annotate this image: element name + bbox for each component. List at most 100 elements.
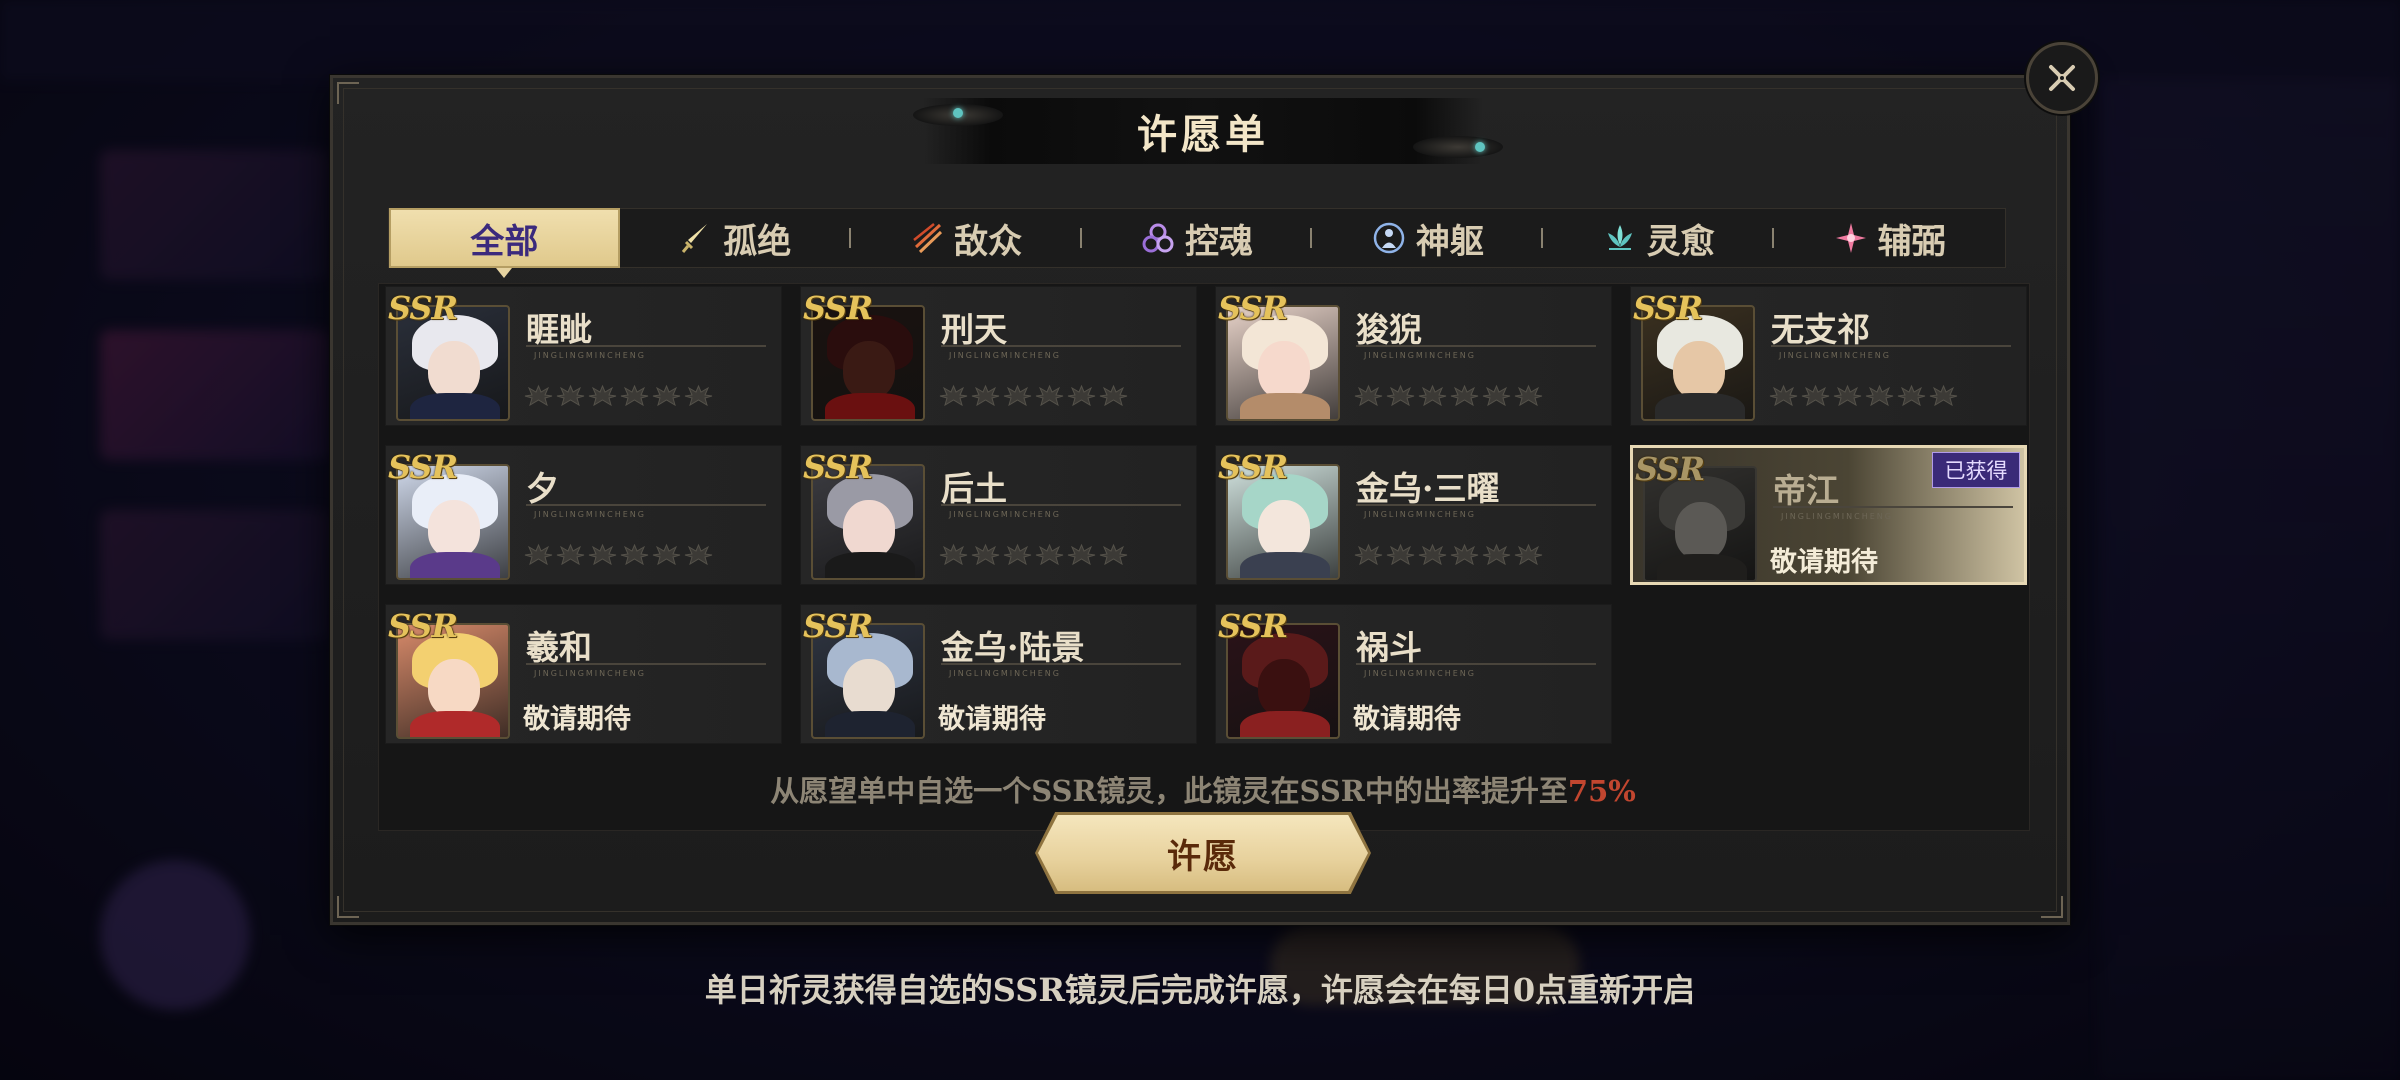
soul-orb-icon [1141,221,1175,255]
butterfly-star-icon [1035,542,1064,566]
rate-up-notice: 从愿望单中自选一个SSR镜灵，此镜灵在SSR中的出率提升至75% [333,768,2073,810]
name-underline [1356,345,1596,347]
butterfly-star-icon [1450,383,1479,407]
character-pinyin: JINGLINGMINCHENG [949,510,1061,519]
character-card[interactable]: SSR 狻猊 JINGLINGMINCHENG [1215,286,1612,426]
character-card[interactable]: SSR 后土 JINGLINGMINCHENG [800,445,1197,585]
butterfly-star-icon [1769,383,1798,407]
butterfly-star-icon [1386,383,1415,407]
rarity-label: SSR [1218,607,1288,645]
notice-text: 从愿望单中自选一个SSR镜灵，此镜灵在SSR中的出率提升至 [770,774,1568,808]
butterfly-star-icon [1354,383,1383,407]
tab-2[interactable]: 敌众 [851,208,1082,268]
character-pinyin: JINGLINGMINCHENG [534,351,646,360]
butterfly-star-icon [524,542,553,566]
shield-guardian-icon [1372,221,1406,255]
rarity-label: SSR [803,448,873,486]
wish-button[interactable]: 许愿 [1035,812,1371,894]
butterfly-star-icon [1801,383,1830,407]
ink-ornament [1413,136,1503,158]
tab-label: 神躯 [1415,221,1484,262]
butterfly-star-icon [652,542,681,566]
butterfly-star-icon [1067,542,1096,566]
character-pinyin: JINGLINGMINCHENG [534,669,646,678]
character-name: 金乌·三曜 [1356,469,1500,508]
wish-button-label: 许愿 [1167,836,1239,877]
tab-5[interactable]: 灵愈 [1543,208,1775,268]
butterfly-star-icon [1354,542,1383,566]
butterfly-star-icon [620,542,649,566]
character-pinyin: JINGLINGMINCHENG [949,669,1061,678]
tab-label: 敌众 [954,221,1023,262]
character-name: 金乌·陆景 [941,628,1085,667]
footer-note: 单日祈灵获得自选的SSR镜灵后完成许愿，许愿会在每日0点重新开启 [704,971,1696,1009]
tab-0[interactable]: 全部 [389,208,620,278]
character-name: 夕 [526,469,559,508]
character-status: 敬请期待 [523,704,631,735]
butterfly-star-icon [971,383,1000,407]
butterfly-star-icon [1067,383,1096,407]
butterfly-star-icon [1865,383,1894,407]
character-name: 帝江 [1773,471,1839,510]
butterfly-star-icon [939,542,968,566]
category-tabs: 全部 孤绝 敌众 控魂 神躯 灵愈 辅弼 [388,208,2006,278]
wishlist-modal: 许愿单 全部 孤绝 敌众 控魂 神躯 灵愈 辅弼 SSR 睚眦 JINGLINGMINCHENG… [330,75,2070,925]
character-pinyin: JINGLINGMINCHENG [1779,351,1891,360]
star-rating [524,542,713,566]
rarity-label: SSR [388,289,458,327]
character-card[interactable]: SSR 金乌·三曜 JINGLINGMINCHENG [1215,445,1612,585]
character-card[interactable]: SSR 夕 JINGLINGMINCHENG [385,445,782,585]
butterfly-star-icon [1003,542,1032,566]
character-card[interactable]: SSR 祸斗 JINGLINGMINCHENG 敬请期待 [1215,604,1612,744]
rarity-label: SSR [1635,450,1705,488]
butterfly-star-icon [971,542,1000,566]
butterfly-star-icon [652,383,681,407]
butterfly-star-icon [1386,542,1415,566]
butterfly-star-icon [1418,542,1447,566]
butterfly-star-icon [1099,542,1128,566]
butterfly-star-icon [1514,383,1543,407]
character-card[interactable]: SSR 金乌·陆景 JINGLINGMINCHENG 敬请期待 [800,604,1197,744]
butterfly-star-icon [1099,383,1128,407]
close-button[interactable] [2026,42,2098,114]
star-flower-icon [1834,221,1868,255]
butterfly-star-icon [684,383,713,407]
character-card[interactable]: SSR 刑天 JINGLINGMINCHENG [800,286,1197,426]
close-icon [2049,65,2075,91]
name-underline [941,504,1181,506]
star-rating [1354,383,1543,407]
character-name: 睚眦 [526,310,592,349]
butterfly-star-icon [1003,383,1032,407]
butterfly-star-icon [588,542,617,566]
star-rating [939,383,1128,407]
butterfly-star-icon [524,383,553,407]
character-card[interactable]: SSR 无支祁 JINGLINGMINCHENG [1630,286,2027,426]
tab-6[interactable]: 辅弼 [1774,208,2005,268]
name-underline [941,345,1181,347]
butterfly-star-icon [1482,383,1511,407]
name-underline [526,345,766,347]
rarity-label: SSR [1633,289,1703,327]
character-status: 敬请期待 [1353,704,1461,735]
butterfly-star-icon [588,383,617,407]
tab-3[interactable]: 控魂 [1082,208,1313,268]
butterfly-star-icon [620,383,649,407]
character-pinyin: JINGLINGMINCHENG [1364,351,1476,360]
character-status: 敬请期待 [1770,547,1878,578]
rarity-label: SSR [388,607,458,645]
tab-1[interactable]: 孤绝 [620,208,851,268]
character-grid: SSR 睚眦 JINGLINGMINCHENG SSR 刑天 JINGLINGMINCHE… [378,283,2030,831]
obtained-badge: 已获得 [1932,452,2020,488]
character-card[interactable]: SSR 帝江 JINGLINGMINCHENG 敬请期待 已获得 [1630,445,2027,585]
character-name: 刑天 [941,310,1007,349]
rarity-label: SSR [803,289,873,327]
tab-label: 控魂 [1185,221,1253,262]
tab-label: 辅弼 [1877,221,1946,262]
character-pinyin: JINGLINGMINCHENG [949,351,1061,360]
tab-4[interactable]: 神躯 [1312,208,1544,268]
character-card[interactable]: SSR 睚眦 JINGLINGMINCHENG [385,286,782,426]
name-underline [941,663,1181,665]
star-rating [524,383,713,407]
butterfly-star-icon [1418,383,1447,407]
character-card[interactable]: SSR 羲和 JINGLINGMINCHENG 敬请期待 [385,604,782,744]
